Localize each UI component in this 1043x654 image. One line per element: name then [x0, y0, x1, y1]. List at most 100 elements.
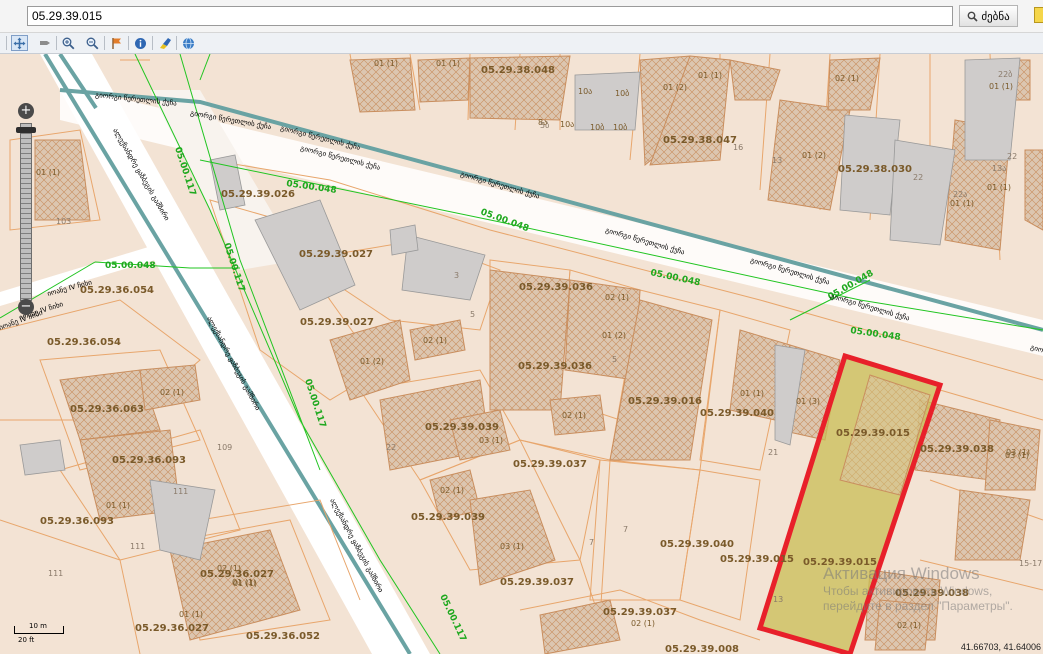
building-label: 03 (1) — [1006, 448, 1030, 457]
scale-label-imperial: 20 ft — [18, 636, 35, 644]
search-bar: ძებნა — [0, 0, 1043, 33]
zoom-in-tool[interactable] — [60, 35, 77, 51]
zoom-out-icon — [86, 37, 99, 49]
house-number-label: 5 — [470, 310, 475, 319]
map-toolbar — [0, 33, 1043, 54]
parcel-label: 05.29.38.048 — [481, 65, 555, 76]
building-label: 10ა — [578, 87, 592, 96]
building-label: 01 (1) — [374, 59, 398, 68]
parcel-label: 05.29.39.036 — [518, 361, 592, 372]
parcel-label: 05.29.36.093 — [112, 455, 186, 466]
pan-icon — [13, 37, 26, 49]
zoom-slider[interactable] — [20, 123, 32, 301]
parcel-label: 05.29.39.037 — [500, 577, 574, 588]
house-number-label: 13ა — [992, 164, 1006, 173]
building-label: 01 (2) — [663, 83, 687, 92]
house-number-label: 22 — [386, 443, 396, 452]
parcel-label: 05.29.39.027 — [299, 249, 373, 260]
globe-icon — [183, 37, 194, 49]
building-label: 01 (1) — [36, 168, 60, 177]
parcel-label: 05.29.39.038 — [920, 444, 994, 455]
house-number-label: 22 — [1007, 152, 1017, 161]
cursor-coordinates: 41.66703, 41.64006 — [960, 642, 1041, 652]
house-number-label: 16 — [733, 143, 743, 152]
parcel-label: 05.29.36.063 — [70, 404, 144, 415]
flag-tool[interactable] — [108, 35, 125, 51]
zoom-out-tool[interactable] — [84, 35, 101, 51]
info-icon — [135, 37, 146, 49]
zoom-minus-icon[interactable]: − — [18, 299, 34, 315]
highlighter-icon — [159, 37, 171, 49]
parcel-label: 05.29.39.027 — [300, 317, 374, 328]
parcel-label: 05.29.39.036 — [519, 282, 593, 293]
bookmark-icon[interactable] — [1034, 7, 1043, 23]
scale-bar: 10 m 20 ft — [12, 612, 72, 648]
zoom-slider-thumb[interactable] — [16, 127, 36, 133]
building-label: 02 (1) — [835, 74, 859, 83]
building-label: 02 (1) — [160, 388, 184, 397]
parcel-label: 05.29.36.054 — [47, 337, 121, 348]
search-input[interactable] — [27, 6, 953, 26]
zoom-in-icon — [62, 37, 75, 49]
parcel-label: 05.29.39.015 — [836, 428, 910, 439]
house-number-label: 111 — [48, 569, 63, 578]
house-number-label: 109 — [217, 443, 232, 452]
parcel-label: 05.29.36.093 — [40, 516, 114, 527]
house-number-label: 22 — [913, 173, 923, 182]
globe-tool[interactable] — [180, 35, 197, 51]
hand-tool[interactable] — [36, 35, 53, 51]
building-label: 10ა — [560, 120, 574, 129]
zoom-control: + − — [15, 103, 37, 315]
parcel-label: 05.29.39.016 — [628, 396, 702, 407]
search-button[interactable]: ძებნა — [959, 5, 1018, 27]
building-label: 10ბ — [590, 122, 604, 132]
info-tool[interactable] — [132, 35, 149, 51]
hand-icon — [39, 41, 50, 45]
house-number-label: 111 — [173, 487, 188, 496]
building-label: 02 (1) — [217, 564, 241, 573]
scale-line — [14, 626, 64, 634]
building-label: 02 (1) — [897, 621, 921, 630]
parcel-label: 05.29.39.008 — [665, 644, 739, 654]
building-label: 01 (1) — [950, 199, 974, 208]
building-label: 01 (1) — [179, 610, 203, 619]
parcel-label: 05.29.39.040 — [660, 539, 734, 550]
parcel-label: 05.29.39.015 — [720, 554, 794, 565]
house-number-label: 7 — [589, 538, 594, 547]
building-label: 02 (1) — [423, 336, 447, 345]
building-label: 01 (1) — [987, 183, 1011, 192]
house-number-label: 21 — [768, 448, 778, 457]
pan-tool[interactable] — [11, 35, 28, 51]
parcel-label: 05.29.39.026 — [221, 189, 295, 200]
parcel-label: 05.29.38.030 — [838, 164, 912, 175]
house-number-label: 22ბ — [998, 69, 1012, 79]
building-label: 01 (1) — [989, 82, 1013, 91]
building-label: 02 (1) — [440, 486, 464, 495]
parcel-label: 05.29.36.054 — [80, 285, 154, 296]
parcel-label: 05.29.39.039 — [425, 422, 499, 433]
building-label: 10ბ — [613, 122, 627, 132]
house-number-label: 13 — [773, 595, 783, 604]
parcel-label: 05.29.36.027 — [135, 623, 209, 634]
building-label: 01 (1) — [436, 59, 460, 68]
parcel-label: 05.29.39.037 — [513, 459, 587, 470]
building-label: 02 (1) — [631, 619, 655, 628]
building-label: 02 (1) — [562, 411, 586, 420]
building-label: 02 (1) — [605, 293, 629, 302]
house-number-label: 103 — [56, 217, 71, 226]
windows-activation-watermark: Активация Windows Чтобы активировать Win… — [823, 564, 1038, 614]
search-icon — [967, 11, 978, 22]
parcel-label: 05.29.39.039 — [411, 512, 485, 523]
parcel-label: 05.29.39.040 — [700, 408, 774, 419]
house-number-label: 111 — [130, 542, 145, 551]
parcel-label: 05.29.36.052 — [246, 631, 320, 642]
highlight-tool[interactable] — [156, 35, 173, 51]
search-button-label: ძებნა — [981, 10, 1010, 23]
building-label: 01 (2) — [602, 331, 626, 340]
house-number-label: 5ბ — [540, 120, 549, 130]
flag-icon — [112, 37, 121, 49]
zoom-plus-icon[interactable]: + — [18, 103, 34, 119]
parcel-label: 05.29.38.047 — [663, 135, 737, 146]
building-label: 01 (1) — [698, 71, 722, 80]
building-label: 01 (1) — [106, 501, 130, 510]
